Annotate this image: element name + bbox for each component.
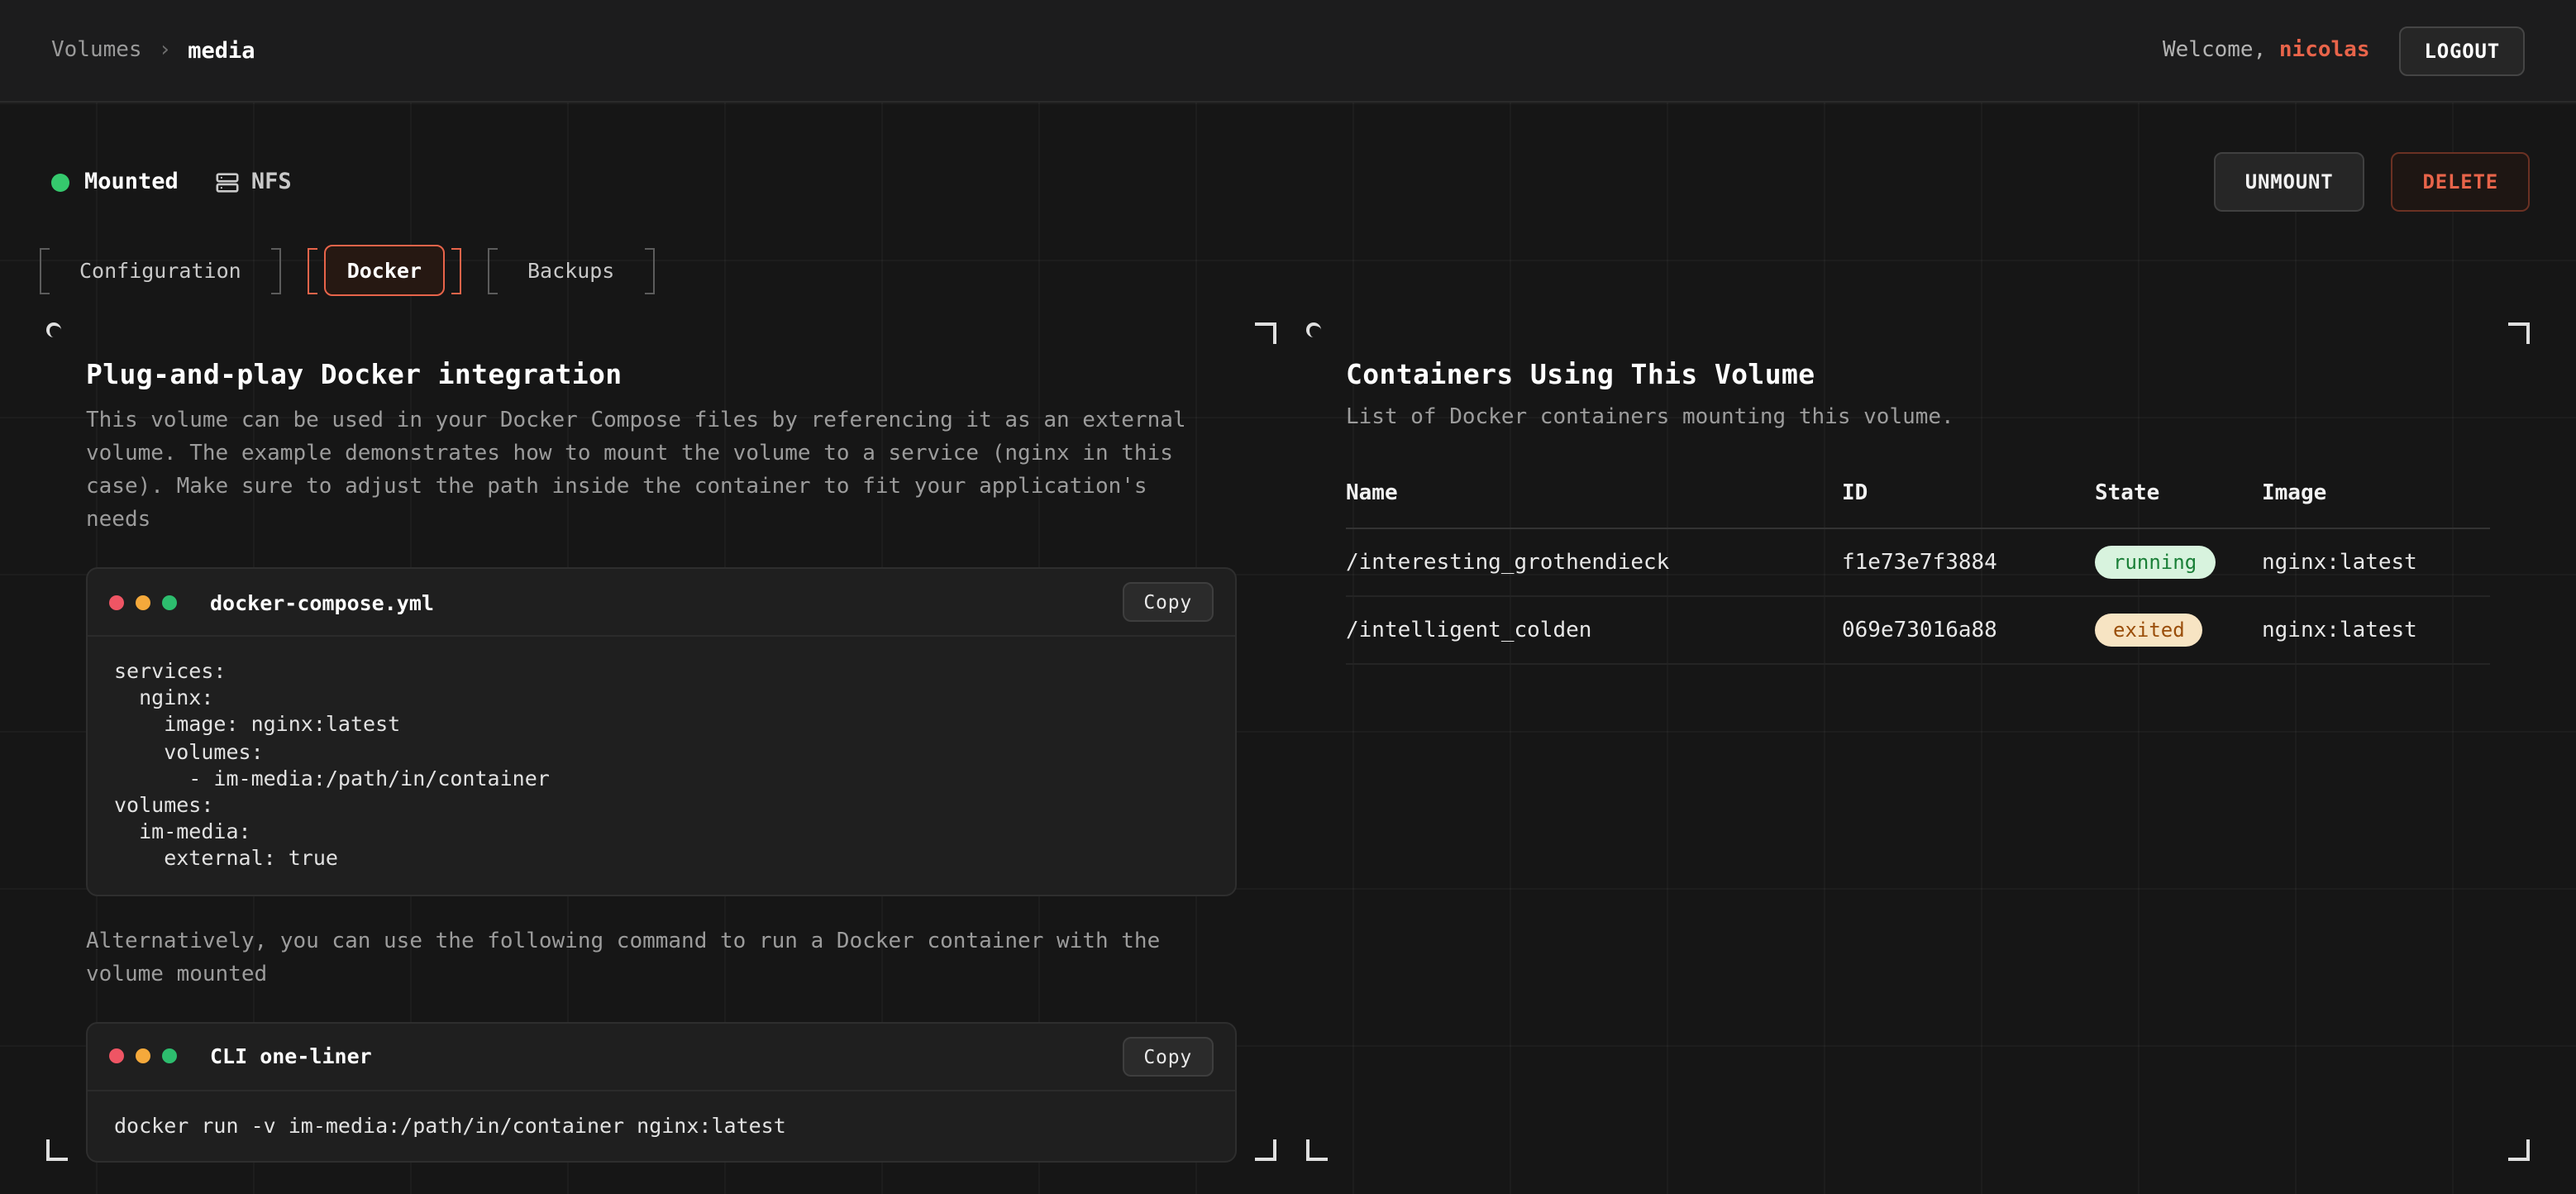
welcome-text: Welcome, nicolas: [2163, 38, 2370, 63]
copy-compose-button[interactable]: Copy: [1122, 582, 1214, 622]
traffic-light-yellow-icon: [136, 595, 150, 609]
nfs-server-icon: [215, 170, 240, 194]
cli-code-header: CLI one-liner Copy: [88, 1023, 1235, 1091]
cli-code-card: CLI one-liner Copy docker run -v im-medi…: [86, 1021, 1237, 1162]
state-badge: running: [2095, 546, 2215, 579]
container-image-cell: nginx:latest: [2262, 550, 2490, 575]
cli-intro-text: Alternatively, you can use the following…: [86, 925, 1210, 991]
volume-status: Mounted NFS: [51, 169, 292, 195]
corner-bracket-icon: [46, 322, 61, 337]
volume-status-row: Mounted NFS UNMOUNT DELETE: [51, 152, 2530, 212]
cli-title: CLI one-liner: [210, 1044, 372, 1068]
mounted-status-dot-icon: [51, 173, 69, 191]
traffic-light-yellow-icon: [136, 1048, 150, 1063]
column-header-state: State: [2095, 481, 2262, 506]
corner-bracket-icon: [1255, 1139, 1276, 1161]
traffic-light-green-icon: [162, 1048, 177, 1063]
state-badge: exited: [2095, 614, 2203, 647]
docker-panel-description: This volume can be used in your Docker C…: [86, 405, 1210, 537]
copy-cli-button[interactable]: Copy: [1122, 1036, 1214, 1076]
compose-code-card: docker-compose.yml Copy services: nginx:…: [86, 567, 1237, 896]
topbar: Volumes › media Welcome, nicolas LOGOUT: [0, 0, 2576, 103]
breadcrumb: Volumes › media: [51, 37, 255, 64]
corner-bracket-icon: [1306, 322, 1321, 337]
docker-integration-panel: Plug-and-play Docker integration This vo…: [46, 322, 1276, 1161]
container-row: /intelligent_colden 069e73016a88 exited …: [1346, 597, 2490, 665]
container-state-cell: exited: [2095, 614, 2262, 647]
compose-code-content: services: nginx: image: nginx:latest vol…: [88, 637, 1235, 894]
tab-bracket-left-icon: [308, 247, 317, 294]
chevron-right-icon: ›: [159, 38, 172, 63]
tab-bracket-right-icon: [271, 247, 281, 294]
container-state-cell: running: [2095, 546, 2262, 579]
tab-backups-label: Backups: [504, 245, 637, 296]
topbar-right: Welcome, nicolas LOGOUT: [2163, 26, 2525, 75]
tab-bar: Configuration Docker Backups: [40, 245, 2530, 296]
unmount-button[interactable]: UNMOUNT: [2214, 152, 2365, 212]
container-row: /interesting_grothendieck f1e73e7f3884 r…: [1346, 529, 2490, 597]
compose-filename: docker-compose.yml: [210, 590, 434, 614]
mounted-status-label: Mounted: [84, 169, 179, 195]
main-content: Mounted NFS UNMOUNT DELETE: [0, 103, 2576, 1161]
filesystem-type: NFS: [215, 169, 292, 195]
tab-bracket-right-icon: [644, 247, 654, 294]
cli-code-content: docker run -v im-media:/path/in/containe…: [88, 1091, 1235, 1160]
column-header-id: ID: [1842, 481, 2095, 506]
column-header-name: Name: [1346, 481, 1842, 506]
container-id-cell: f1e73e7f3884: [1842, 550, 2095, 575]
container-image-cell: nginx:latest: [2262, 618, 2490, 642]
corner-bracket-icon: [2508, 1139, 2530, 1161]
containers-table-header: Name ID State Image: [1346, 465, 2490, 529]
docker-panel-title: Plug-and-play Docker integration: [86, 359, 1237, 390]
breadcrumb-volumes-link[interactable]: Volumes: [51, 38, 142, 63]
containers-table: Name ID State Image /interesting_grothen…: [1346, 465, 2490, 665]
traffic-light-green-icon: [162, 595, 177, 609]
tab-docker-label: Docker: [324, 245, 445, 296]
containers-panel: Containers Using This Volume List of Doc…: [1306, 322, 2530, 1161]
delete-button[interactable]: DELETE: [2392, 152, 2531, 212]
containers-panel-title: Containers Using This Volume: [1346, 359, 2490, 390]
column-header-image: Image: [2262, 481, 2490, 506]
volume-actions: UNMOUNT DELETE: [2214, 152, 2530, 212]
logout-button[interactable]: LOGOUT: [2400, 26, 2526, 75]
container-name-cell: /interesting_grothendieck: [1346, 550, 1842, 575]
app-root: Volumes › media Welcome, nicolas LOGOUT …: [0, 0, 2576, 1194]
panels: Plug-and-play Docker integration This vo…: [46, 322, 2530, 1161]
compose-code-header: docker-compose.yml Copy: [88, 569, 1235, 637]
breadcrumb-current-volume: media: [188, 37, 255, 64]
welcome-prefix: Welcome,: [2163, 38, 2266, 63]
corner-bracket-icon: [1306, 1139, 1328, 1161]
tab-docker[interactable]: Docker: [308, 245, 461, 296]
corner-bracket-icon: [1255, 322, 1276, 344]
tab-bracket-left-icon: [40, 247, 50, 294]
container-name-cell: /intelligent_colden: [1346, 618, 1842, 642]
corner-bracket-icon: [2508, 322, 2530, 344]
tab-bracket-right-icon: [451, 247, 461, 294]
tab-backups[interactable]: Backups: [488, 245, 654, 296]
corner-bracket-icon: [46, 1139, 68, 1161]
container-id-cell: 069e73016a88: [1842, 618, 2095, 642]
traffic-light-red-icon: [109, 595, 124, 609]
filesystem-type-label: NFS: [251, 169, 292, 195]
containers-panel-subtitle: List of Docker containers mounting this …: [1346, 405, 2490, 430]
username: nicolas: [2279, 38, 2370, 63]
tab-configuration[interactable]: Configuration: [40, 245, 281, 296]
tab-bracket-left-icon: [488, 247, 498, 294]
tab-configuration-label: Configuration: [56, 245, 265, 296]
traffic-light-red-icon: [109, 1048, 124, 1063]
